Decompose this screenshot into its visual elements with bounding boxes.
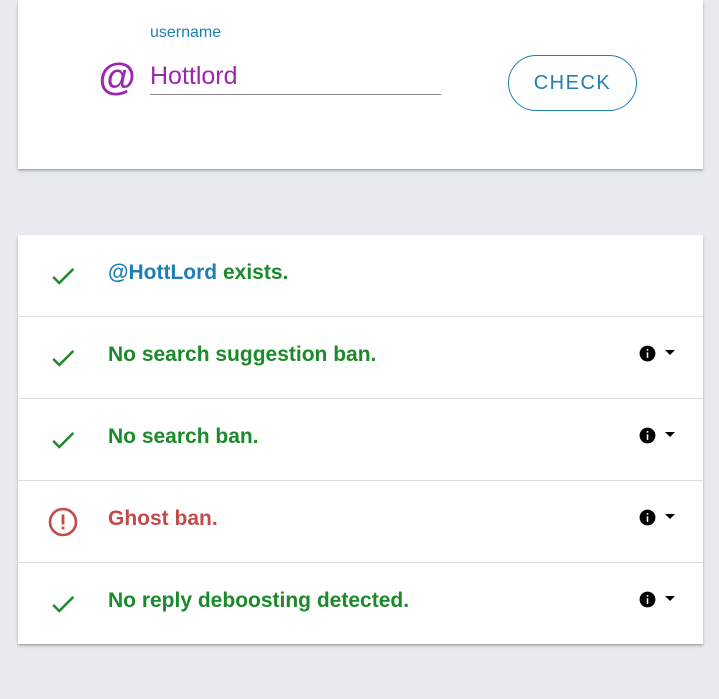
result-text-exists: @HottLord exists. (108, 261, 288, 285)
username-input[interactable] (150, 58, 441, 95)
details-toggle-search-ban[interactable] (638, 425, 675, 445)
result-row-search-suggestion-ban: No search suggestion ban. (18, 317, 703, 399)
details-toggle-reply-deboosting[interactable] (638, 589, 675, 609)
result-text-search-suggestion-ban: No search suggestion ban. (108, 343, 377, 366)
check-icon (52, 595, 75, 613)
result-row-ghost-ban: Ghost ban. (18, 481, 703, 563)
caret-down-icon (665, 596, 675, 601)
caret-down-icon (665, 350, 675, 355)
result-text-reply-deboosting: No reply deboosting detected. (108, 589, 410, 612)
check-icon (52, 267, 75, 285)
info-icon (639, 591, 656, 607)
info-icon (639, 345, 656, 361)
username-link[interactable]: @HottLord (108, 261, 217, 284)
result-row-search-ban: No search ban. (18, 399, 703, 481)
check-icon (52, 349, 75, 367)
info-icon (639, 509, 656, 525)
check-button[interactable]: CHECK (508, 55, 637, 111)
at-sign-icon: @ (98, 57, 136, 99)
details-toggle-search-suggestion-ban[interactable] (638, 343, 675, 363)
username-label: username (150, 24, 222, 41)
info-icon (639, 427, 656, 443)
caret-down-icon (665, 432, 675, 437)
check-icon (52, 431, 75, 449)
result-row-exists: @HottLord exists. (18, 235, 703, 317)
result-text-search-ban: No search ban. (108, 425, 259, 448)
result-text-ghost-ban: Ghost ban. (108, 507, 218, 530)
caret-down-icon (665, 514, 675, 519)
exists-text: exists. (217, 261, 289, 284)
details-toggle-ghost-ban[interactable] (638, 507, 675, 527)
results-list: @HottLord exists. No search suggestion b… (18, 235, 703, 644)
result-row-reply-deboosting: No reply deboosting detected. (18, 563, 703, 644)
alert-circle-icon (48, 507, 78, 537)
search-card: @ username CHECK (18, 0, 703, 169)
